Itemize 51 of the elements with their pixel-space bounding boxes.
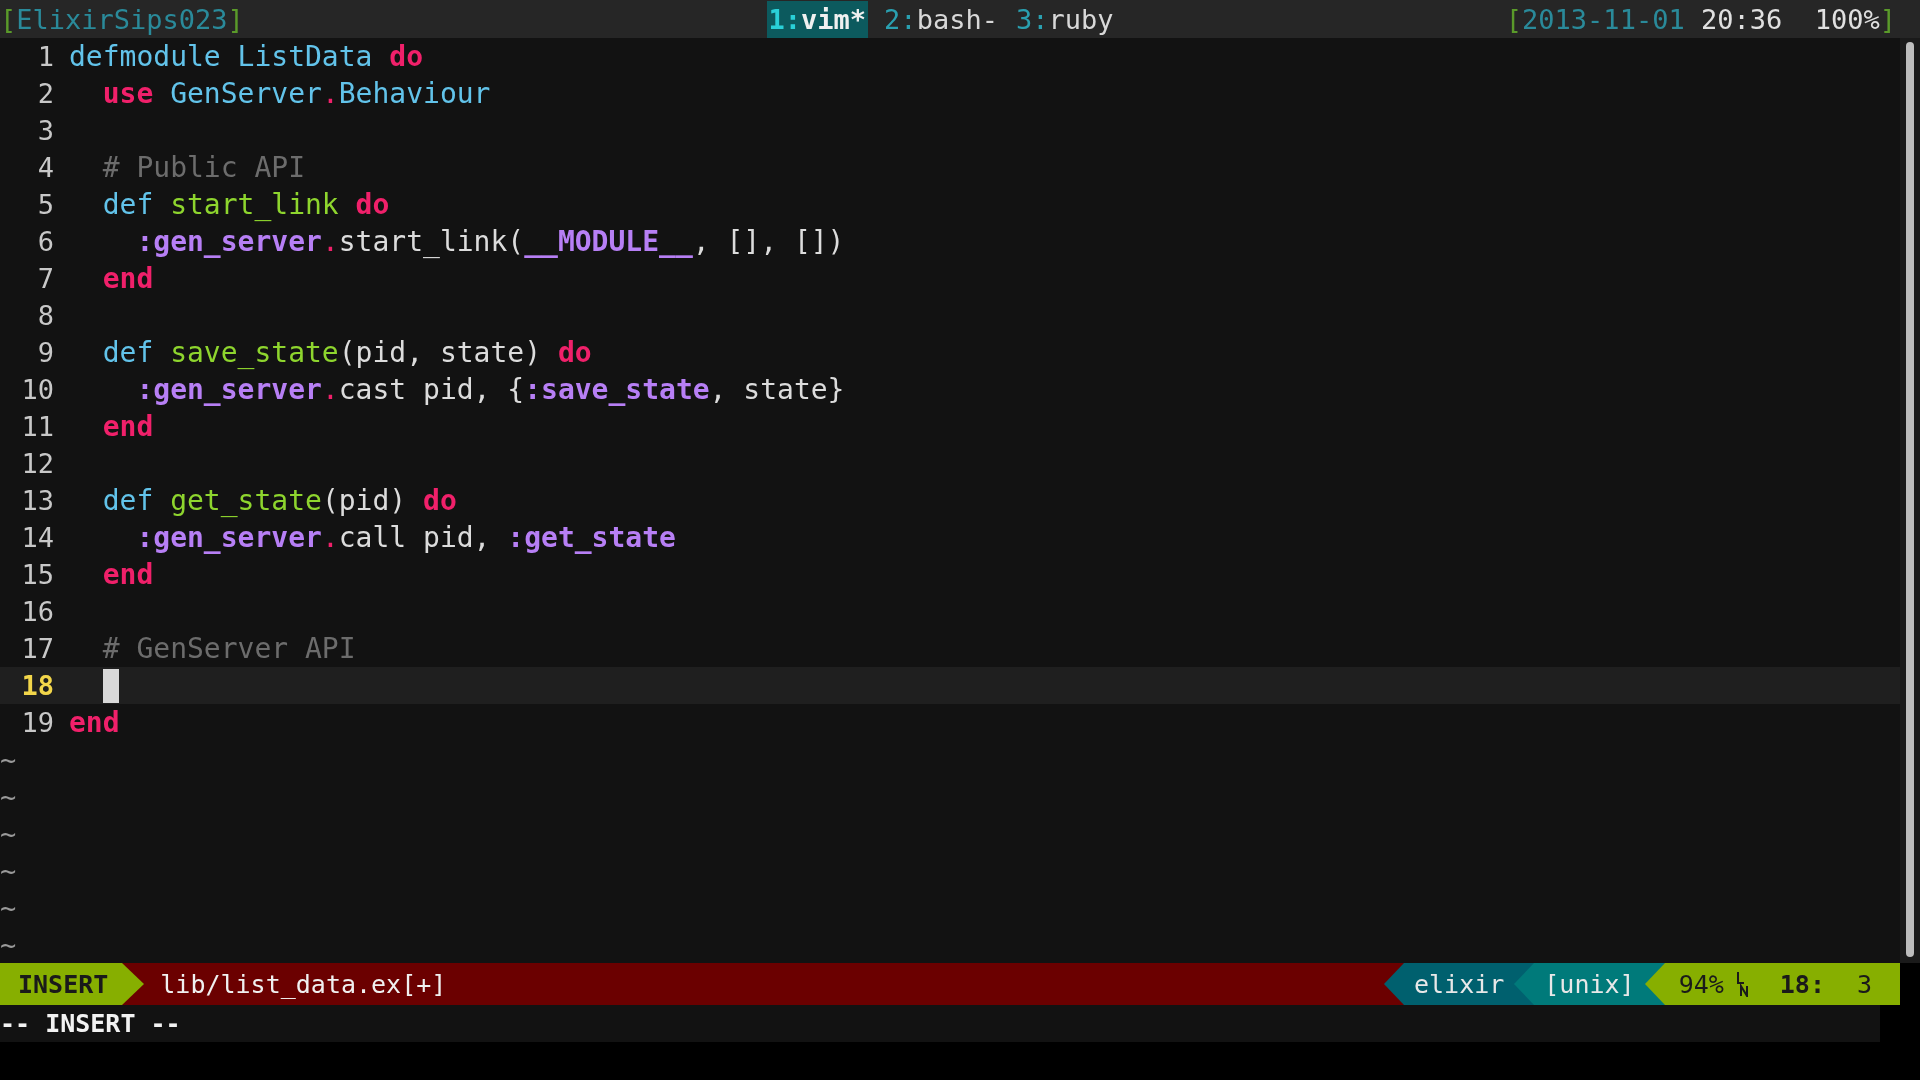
line-number: 13 [20,484,54,518]
empty-line-marker: ~ [0,780,17,814]
line-number: 17 [20,632,54,666]
tmux-window-tab[interactable]: 3:ruby [1013,0,1116,38]
line-number-icon [1735,971,1750,997]
code-line: :gen_server.call pid, :get_state [135,520,676,556]
tmux-window-tab[interactable]: 1:vim* [766,0,869,38]
session-name: [ElixirSips023] [0,2,244,37]
line-number: 8 [36,299,54,333]
code-line: def get_state(pid) do [101,483,457,519]
code-line: defmodule ListData do [69,39,423,75]
line-number: 6 [36,225,54,259]
empty-line-marker: ~ [0,928,17,962]
line-number: 15 [20,558,54,592]
empty-line-marker: ~ [0,817,17,851]
cursor-column: 3 [1856,965,1872,1003]
line-number: 7 [36,262,54,296]
line-number: 18 [20,669,54,703]
line-number: 12 [20,447,54,481]
line-number: 4 [36,151,54,185]
line-number: 1 [36,40,54,74]
code-line: end [101,261,154,297]
cursor-position: 18: [1779,968,1825,1001]
line-number: 16 [20,595,54,629]
empty-line-marker: ~ [0,743,17,777]
empty-line-marker: ~ [0,891,17,925]
code-line: # Public API [101,150,305,186]
line-number: 14 [20,521,54,555]
code-line: def start_link do [101,187,390,223]
line-number: 10 [20,373,54,407]
code-line: end [69,705,120,741]
line-number: 5 [36,188,54,222]
line-number: 3 [36,114,54,148]
file-name: lib/list_data.ex[+] [159,968,447,1001]
line-number: 11 [20,410,54,444]
code-line: end [101,409,154,445]
code-line: :gen_server.start_link(__MODULE__, [], []) [135,224,845,260]
code-line: end [101,557,154,593]
code-line: # GenServer API [101,631,356,667]
tmux-window-tab[interactable]: 2:bash- [882,0,1000,38]
code-line: :gen_server.cast pid, {:save_state, state} [135,372,845,408]
code-line: def save_state(pid, state) do [101,335,592,371]
line-number: 19 [20,706,54,740]
line-number: 9 [36,336,54,370]
command-line-message: -- INSERT -- [0,1008,181,1040]
code-line: use GenServer.Behaviour [101,76,491,112]
line-number: 2 [36,77,54,111]
scroll-percent: 94% [1678,968,1724,1001]
date-time-status: [2013-11-01 20:36 100%] [1505,2,1896,37]
text-cursor [103,669,119,703]
empty-line-marker: ~ [0,854,17,888]
